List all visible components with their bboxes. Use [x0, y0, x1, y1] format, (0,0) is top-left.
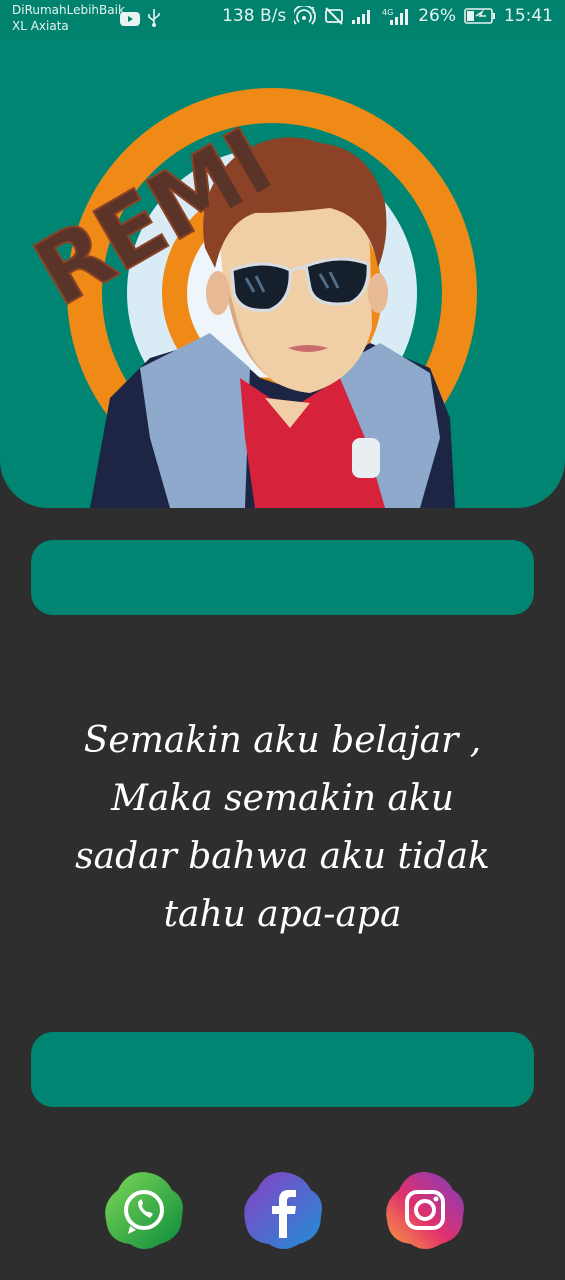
sunglasses-right-lens	[304, 257, 370, 306]
header-banner: REMI	[0, 38, 565, 508]
usb-icon	[148, 9, 160, 31]
carrier-line-2: XL Axiata	[12, 19, 69, 33]
instagram-icon	[386, 1172, 464, 1249]
facebook-icon	[244, 1172, 322, 1249]
battery-percent: 26%	[418, 6, 456, 26]
ear-left	[206, 271, 230, 315]
profile-illustration: REMI	[17, 88, 477, 508]
youtube-icon	[120, 11, 140, 30]
whatsapp-icon	[105, 1172, 183, 1249]
clock: 15:41	[504, 6, 553, 26]
signal-icon	[352, 8, 374, 24]
whatsapp-button[interactable]	[102, 1168, 186, 1252]
carrier-name: DiRumahLebihBaik XL Axiata	[12, 2, 125, 34]
quote-text: Semakin aku belajar , Maka semakin aku s…	[75, 720, 490, 935]
instagram-button[interactable]	[383, 1168, 467, 1252]
carrier-line-1: DiRumahLebihBaik	[12, 3, 125, 17]
top-banner-bar	[31, 540, 534, 615]
battery-charging-icon	[464, 8, 496, 24]
ear-right	[368, 273, 388, 313]
svg-text:1: 1	[311, 6, 316, 15]
no-sim-icon	[324, 6, 344, 26]
signal-4g-icon: 4G	[382, 7, 410, 25]
network-speed: 138 B/s	[222, 6, 287, 26]
hotspot-icon: 1	[294, 6, 316, 26]
bottom-banner-bar	[31, 1032, 534, 1107]
necklace-tag	[352, 438, 380, 478]
svg-text:4G: 4G	[382, 8, 393, 17]
facebook-button[interactable]	[241, 1168, 325, 1252]
status-bar: DiRumahLebihBaik XL Axiata 138 B/s 1 4G …	[0, 0, 565, 38]
